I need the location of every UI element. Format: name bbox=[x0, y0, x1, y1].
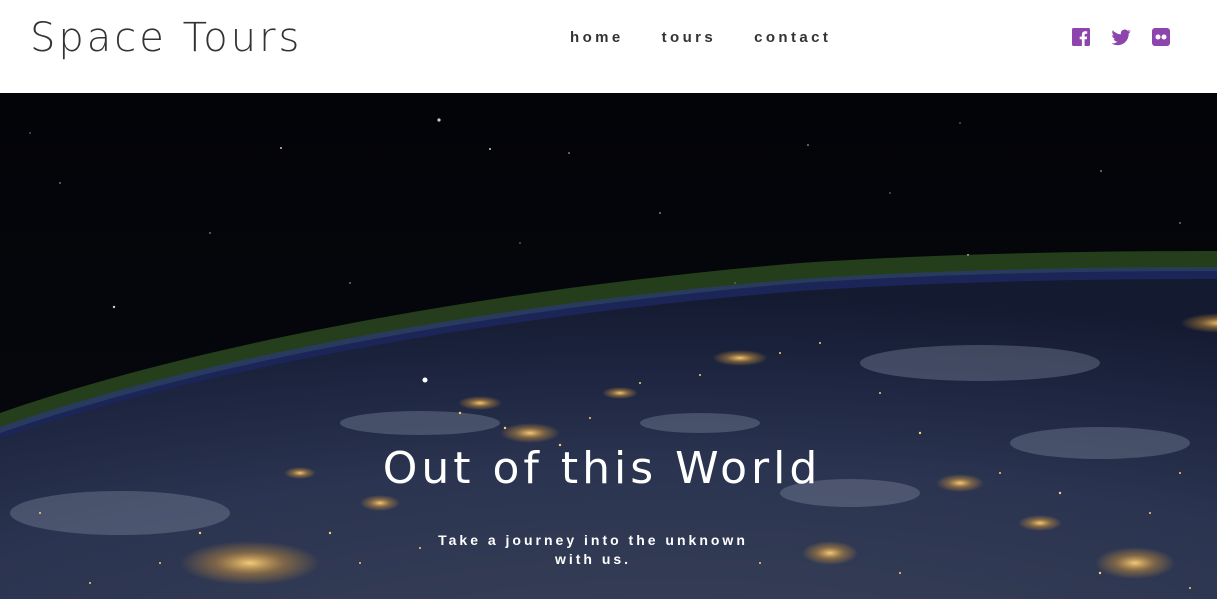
brand-logo-link[interactable]: Space Tours bbox=[30, 12, 302, 64]
nav-link-tours[interactable]: tours bbox=[662, 28, 717, 48]
social-links bbox=[1071, 27, 1171, 47]
earth-at-night-image bbox=[0, 93, 1217, 599]
main-nav: home tours contact bbox=[570, 28, 869, 48]
flickr-icon[interactable] bbox=[1151, 27, 1171, 47]
nav-link-contact[interactable]: contact bbox=[754, 28, 831, 48]
hero-subtitle: Take a journey into the unknown with us. bbox=[438, 532, 748, 567]
site-header: Space Tours home tours contact bbox=[0, 0, 1217, 93]
facebook-icon[interactable] bbox=[1071, 27, 1091, 47]
nav-link-home[interactable]: home bbox=[570, 28, 624, 48]
hero-section: Out of this World Take a journey into th… bbox=[0, 93, 1217, 599]
twitter-icon[interactable] bbox=[1111, 27, 1131, 47]
hero-title: Out of this World bbox=[382, 443, 822, 494]
